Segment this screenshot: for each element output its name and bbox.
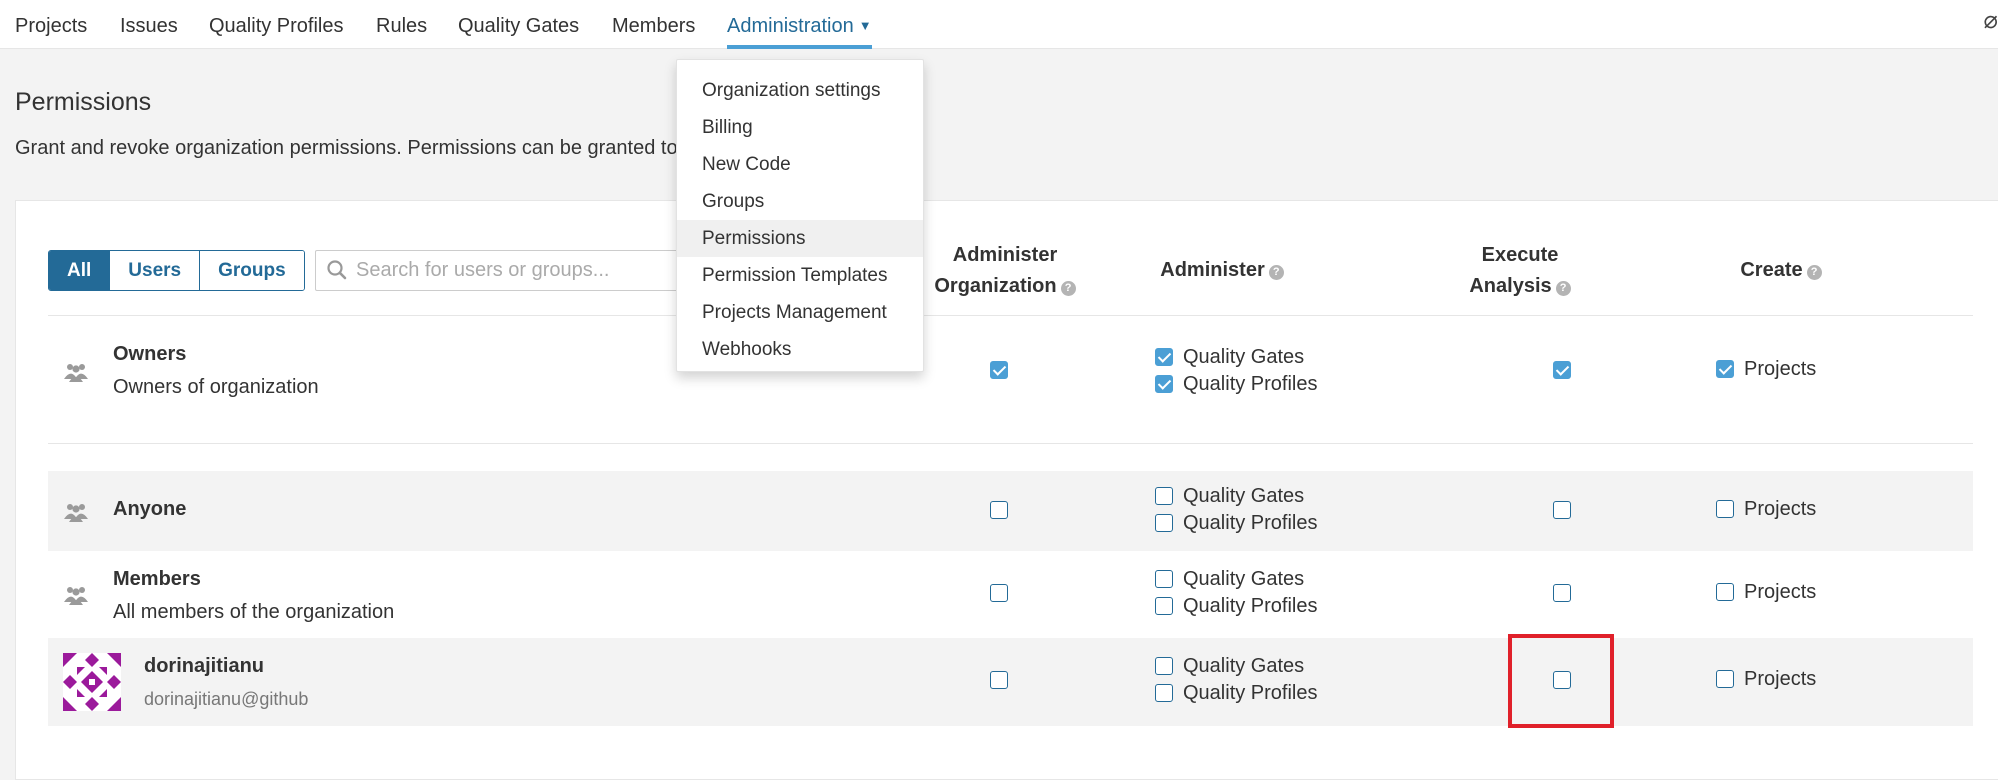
column-execute-analysis: Execute Analysis?: [1420, 240, 1620, 302]
quality-gates-checkbox[interactable]: [1155, 487, 1173, 505]
column-create: Create?: [1696, 255, 1866, 286]
quality-gates-checkbox[interactable]: [1155, 570, 1173, 588]
execute-analysis-checkbox[interactable]: [1553, 501, 1571, 519]
menu-item-projects-management[interactable]: Projects Management: [677, 294, 923, 331]
row-divider: [48, 443, 1973, 444]
nav-quality-profiles[interactable]: Quality Profiles: [209, 0, 344, 49]
top-nav: Projects Issues Quality Profiles Rules Q…: [0, 0, 1998, 49]
column-administer-label: Administer: [1160, 259, 1265, 281]
permission-row-owners: Owners Owners of organization Quality Ga…: [48, 318, 1973, 443]
row-description: All members of the organization: [113, 601, 395, 623]
menu-item-permissions[interactable]: Permissions: [677, 220, 923, 257]
filter-group: All Users Groups: [48, 250, 305, 291]
page-title: Permissions: [15, 88, 152, 116]
quality-profiles-checkbox[interactable]: [1155, 514, 1173, 532]
group-icon: [64, 361, 88, 388]
column-execute-line2: Analysis: [1469, 275, 1552, 297]
menu-item-billing[interactable]: Billing: [677, 109, 923, 146]
header-divider: [48, 315, 1973, 316]
quality-profiles-label: Quality Profiles: [1183, 373, 1318, 395]
quality-profiles-checkbox[interactable]: [1155, 684, 1173, 702]
permission-row-members: Members All members of the organization …: [48, 551, 1973, 638]
quality-gates-label: Quality Gates: [1183, 655, 1305, 677]
help-icon[interactable]: ?: [1555, 281, 1571, 296]
nav-administration[interactable]: Administration ▼: [727, 0, 872, 49]
filter-all-button[interactable]: All: [49, 251, 111, 290]
help-icon[interactable]: ?: [1806, 265, 1822, 280]
projects-label: Projects: [1744, 498, 1817, 520]
highlight-box: [1508, 634, 1614, 728]
admin-org-checkbox[interactable]: [990, 501, 1008, 519]
row-name: Members: [113, 568, 201, 590]
create-projects-checkbox[interactable]: [1716, 670, 1734, 688]
help-icon[interactable]: ?: [1060, 281, 1076, 296]
menu-item-new-code[interactable]: New Code: [677, 146, 923, 183]
filter-users-button[interactable]: Users: [110, 251, 201, 290]
column-admin-org-line2: Organization: [934, 275, 1057, 297]
corner-icon[interactable]: ⌀: [1984, 6, 1998, 35]
projects-label: Projects: [1744, 668, 1817, 690]
execute-analysis-checkbox[interactable]: [1553, 361, 1571, 379]
projects-label: Projects: [1744, 358, 1817, 380]
administration-dropdown: Organization settings Billing New Code G…: [676, 59, 924, 372]
permission-row-user: dorinajitianu dorinajitianu@github Quali…: [48, 638, 1973, 726]
create-projects-checkbox[interactable]: [1716, 360, 1734, 378]
row-description: Owners of organization: [113, 376, 319, 398]
column-create-label: Create: [1740, 259, 1803, 281]
admin-org-checkbox[interactable]: [990, 671, 1008, 689]
help-icon[interactable]: ?: [1268, 265, 1284, 280]
quality-gates-checkbox[interactable]: [1155, 348, 1173, 366]
quality-gates-label: Quality Gates: [1183, 346, 1305, 368]
quality-gates-checkbox[interactable]: [1155, 657, 1173, 675]
quality-gates-label: Quality Gates: [1183, 568, 1305, 590]
nav-projects[interactable]: Projects: [15, 0, 87, 49]
quality-profiles-label: Quality Profiles: [1183, 512, 1318, 534]
nav-rules[interactable]: Rules: [376, 0, 427, 49]
search-icon: [326, 259, 348, 286]
filter-groups-button[interactable]: Groups: [200, 251, 304, 290]
menu-item-groups[interactable]: Groups: [677, 183, 923, 220]
nav-members[interactable]: Members: [612, 0, 695, 49]
search-box: [315, 250, 695, 291]
quality-profiles-label: Quality Profiles: [1183, 682, 1318, 704]
create-projects-checkbox[interactable]: [1716, 500, 1734, 518]
avatar: [63, 653, 121, 711]
nav-quality-gates[interactable]: Quality Gates: [458, 0, 579, 49]
projects-label: Projects: [1744, 581, 1817, 603]
quality-profiles-checkbox[interactable]: [1155, 597, 1173, 615]
permission-row-anyone: Anyone Quality Gates Quality Profiles Pr…: [48, 471, 1973, 551]
nav-issues[interactable]: Issues: [120, 0, 178, 49]
group-icon: [64, 584, 88, 611]
menu-item-webhooks[interactable]: Webhooks: [677, 331, 923, 368]
column-administer: Administer?: [1112, 255, 1332, 286]
menu-item-permission-templates[interactable]: Permission Templates: [677, 257, 923, 294]
page-description: Grant and revoke organization permission…: [15, 137, 678, 159]
row-name: dorinajitianu: [144, 655, 264, 677]
group-icon: [64, 501, 88, 528]
quality-profiles-label: Quality Profiles: [1183, 595, 1318, 617]
menu-item-organization-settings[interactable]: Organization settings: [677, 72, 923, 109]
search-input[interactable]: [354, 251, 684, 290]
row-name: Anyone: [113, 498, 187, 520]
column-execute-line1: Execute: [1481, 244, 1559, 266]
admin-org-checkbox[interactable]: [990, 361, 1008, 379]
quality-profiles-checkbox[interactable]: [1155, 375, 1173, 393]
quality-gates-label: Quality Gates: [1183, 485, 1305, 507]
row-name: Owners: [113, 343, 187, 365]
user-login: dorinajitianu@github: [144, 689, 309, 709]
nav-administration-label: Administration: [727, 15, 854, 37]
execute-analysis-checkbox[interactable]: [1553, 584, 1571, 602]
caret-down-icon: ▼: [858, 18, 872, 33]
create-projects-checkbox[interactable]: [1716, 583, 1734, 601]
admin-org-checkbox[interactable]: [990, 584, 1008, 602]
